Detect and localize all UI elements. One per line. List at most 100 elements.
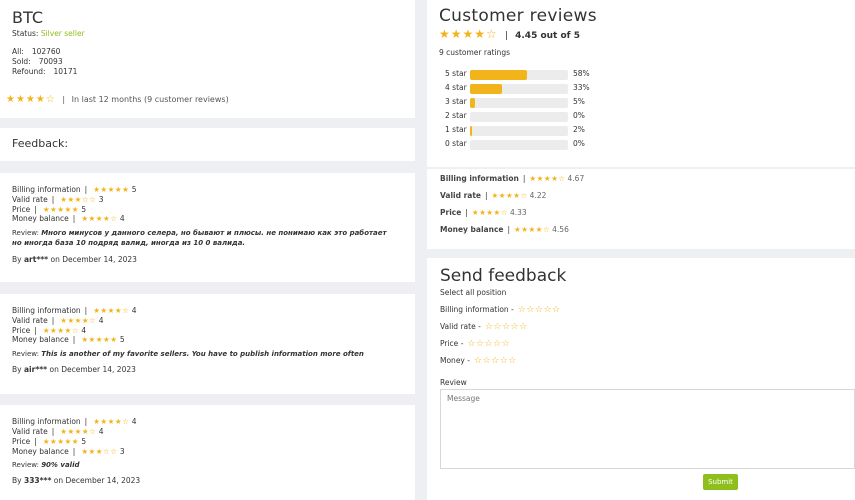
review-line-money: Money balance | ★★★★☆ 4 xyxy=(12,214,125,223)
review-message-input[interactable] xyxy=(440,389,855,469)
rating-bar-label: 1 star xyxy=(445,125,467,134)
seller-name: BTC xyxy=(12,8,43,27)
review-text: Review: This is another of my favorite s… xyxy=(12,350,364,358)
stars-icon: ★★★★☆ xyxy=(93,306,130,315)
rating-bar-track xyxy=(470,140,568,150)
average-stars-icon: ★★★★☆ xyxy=(439,27,498,41)
feedback-header: Feedback: xyxy=(0,128,415,161)
review-card: Billing information | ★★★★★ 5 Valid rate | ★… xyxy=(0,173,415,282)
review-text: Review: 90% valid xyxy=(12,461,80,469)
rating-breakdown-card: Billing information | ★★★★☆ 4.67 Valid rate… xyxy=(427,169,855,249)
stat-value: 10171 xyxy=(53,67,78,76)
review-line-price: Price | ★★★★★ 5 xyxy=(12,205,87,214)
stars-icon: ★★★★☆ xyxy=(93,417,130,426)
rating-bar-percent: 5% xyxy=(573,97,585,106)
stars-icon: ★★★★☆ xyxy=(471,208,508,217)
stars-icon: ★★★★★ xyxy=(93,185,130,194)
stars-icon: ★★★☆☆ xyxy=(81,447,118,456)
stars-icon: ★★★★☆ xyxy=(491,191,528,200)
rating-bar-track xyxy=(470,98,568,108)
rating-bar-fill xyxy=(470,70,527,80)
breakdown-money: Money balance | ★★★★☆ 4.56 xyxy=(440,225,569,234)
stat-label: Refound: xyxy=(12,67,46,76)
stat-sold: Sold: 70093 xyxy=(12,57,63,66)
rating-bar-track xyxy=(470,70,568,80)
feedback-row-price: Price - ☆☆☆☆☆ xyxy=(440,339,511,349)
seller-rating-stars-icon: ★★★★☆ xyxy=(6,94,56,105)
stars-icon: ★★★★☆ xyxy=(60,427,97,436)
review-author: By 333*** on December 14, 2023 xyxy=(12,476,141,485)
send-feedback-card: Send feedback Select all position Billin… xyxy=(427,258,855,500)
review-line-billing: Billing information | ★★★★☆ 4 xyxy=(12,417,137,426)
breakdown-billing: Billing information | ★★★★☆ 4.67 xyxy=(440,174,585,183)
review-line-price: Price | ★★★★☆ 4 xyxy=(12,326,87,335)
rating-bar-percent: 33% xyxy=(573,83,590,92)
rating-bar-label: 5 star xyxy=(445,69,467,78)
send-feedback-subtitle: Select all position xyxy=(440,288,507,297)
rating-bar-label: 2 star xyxy=(445,111,467,120)
stars-icon: ★★★★★ xyxy=(81,335,118,344)
rating-bar-percent: 2% xyxy=(573,125,585,134)
feedback-row-money: Money - ☆☆☆☆☆ xyxy=(440,356,517,366)
star-rating-input-icon[interactable]: ☆☆☆☆☆ xyxy=(467,339,510,349)
review-line-valid: Valid rate | ★★★★☆ 4 xyxy=(12,316,104,325)
customer-reviews-title: Customer reviews xyxy=(439,6,597,26)
customer-reviews-card: Customer reviews ★★★★☆ | 4.45 out of 5 9… xyxy=(427,0,855,167)
review-line-valid: Valid rate | ★★★☆☆ 3 xyxy=(12,195,104,204)
seller-card: BTC Status: Silver seller All: 102760 Sol… xyxy=(0,0,415,118)
review-line-price: Price | ★★★★★ 5 xyxy=(12,437,87,446)
review-label: Review xyxy=(440,378,467,387)
status-value: Silver seller xyxy=(40,29,85,38)
status-label: Status: xyxy=(12,29,39,38)
rating-bar-percent: 0% xyxy=(573,139,585,148)
seller-status: Status: Silver seller xyxy=(12,29,85,38)
average-rating: ★★★★☆ | 4.45 out of 5 xyxy=(439,27,580,41)
stars-icon: ★★★☆☆ xyxy=(60,195,97,204)
rating-bar-label: 0 star xyxy=(445,139,467,148)
review-line-money: Money balance | ★★★★★ 5 xyxy=(12,335,125,344)
review-line-billing: Billing information | ★★★★★ 5 xyxy=(12,185,137,194)
feedback-row-billing: Billing information - ☆☆☆☆☆ xyxy=(440,305,561,315)
star-rating-input-icon[interactable]: ☆☆☆☆☆ xyxy=(474,356,517,366)
ratings-count: 9 customer ratings xyxy=(439,48,510,57)
review-author: By art*** on December 14, 2023 xyxy=(12,255,137,264)
feedback-row-valid: Valid rate - ☆☆☆☆☆ xyxy=(440,322,528,332)
stat-value: 102760 xyxy=(31,47,61,56)
rating-bar-percent: 58% xyxy=(573,69,590,78)
review-line-valid: Valid rate | ★★★★☆ 4 xyxy=(12,427,104,436)
breakdown-price: Price | ★★★★☆ 4.33 xyxy=(440,208,527,217)
seller-rating: ★★★★☆ | In last 12 months (9 customer re… xyxy=(6,94,229,105)
review-author: By air*** on December 14, 2023 xyxy=(12,365,136,374)
star-rating-input-icon[interactable]: ☆☆☆☆☆ xyxy=(485,322,528,332)
stars-icon: ★★★★☆ xyxy=(514,225,551,234)
rating-bar-label: 3 star xyxy=(445,97,467,106)
breakdown-valid: Valid rate | ★★★★☆ 4.22 xyxy=(440,191,547,200)
rating-bar-fill xyxy=(470,98,475,108)
stars-icon: ★★★★☆ xyxy=(60,316,97,325)
stat-refound: Refound: 10171 xyxy=(12,67,77,76)
rating-bar-track xyxy=(470,126,568,136)
review-card: Billing information | ★★★★☆ 4 Valid rate | ★… xyxy=(0,294,415,394)
stars-icon: ★★★★★ xyxy=(42,437,79,446)
review-line-billing: Billing information | ★★★★☆ 4 xyxy=(12,306,137,315)
review-line-money: Money balance | ★★★☆☆ 3 xyxy=(12,447,125,456)
rating-bar-track xyxy=(470,84,568,94)
stat-label: Sold: xyxy=(12,57,31,66)
stat-label: All: xyxy=(12,47,24,56)
review-text: Review: Много минусов у данного селера, … xyxy=(12,229,387,247)
stat-value: 70093 xyxy=(38,57,63,66)
feedback-title: Feedback: xyxy=(12,137,69,150)
rating-bar-fill xyxy=(470,84,503,94)
rating-bar-fill xyxy=(470,126,472,136)
average-rating-text: 4.45 out of 5 xyxy=(515,31,580,41)
stars-icon: ★★★★☆ xyxy=(529,174,566,183)
star-rating-input-icon[interactable]: ☆☆☆☆☆ xyxy=(518,305,561,315)
rating-bar-track xyxy=(470,112,568,122)
send-feedback-title: Send feedback xyxy=(440,266,567,286)
review-card: Billing information | ★★★★☆ 4 Valid rate | ★… xyxy=(0,405,415,500)
submit-button[interactable]: Submit xyxy=(703,474,738,490)
stars-icon: ★★★★☆ xyxy=(81,214,118,223)
stars-icon: ★★★★★ xyxy=(42,205,79,214)
stat-all: All: 102760 xyxy=(12,47,60,56)
rating-bar-label: 4 star xyxy=(445,83,467,92)
